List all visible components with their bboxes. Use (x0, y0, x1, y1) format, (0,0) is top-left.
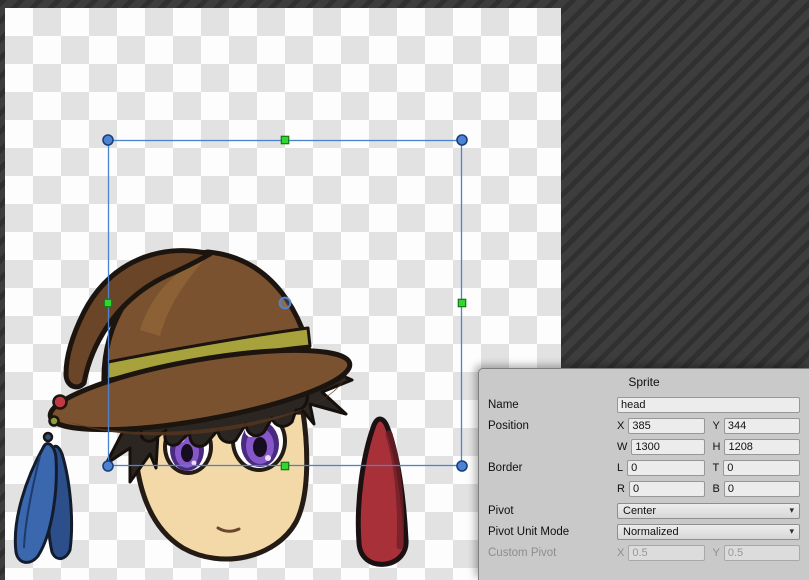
selection-edge-handle[interactable] (281, 136, 288, 143)
chevron-down-icon: ▾ (789, 506, 794, 515)
border-l-input[interactable] (627, 460, 704, 476)
chevron-down-icon: ▾ (789, 527, 794, 536)
position-x-input[interactable] (628, 418, 704, 434)
width-input[interactable] (631, 439, 704, 455)
height-letter: H (713, 441, 721, 453)
pivot-dropdown-value: Center (623, 505, 656, 517)
head-sprite-artwork (15, 251, 355, 563)
sprite-inspector-panel: Sprite Name Position X Y (478, 368, 809, 580)
width-letter: W (617, 441, 627, 453)
pivot-unit-mode-value: Normalized (623, 526, 679, 538)
custom-pivot-x-letter: X (617, 547, 624, 559)
border-l-letter: L (617, 462, 623, 474)
feather-ornament (15, 444, 71, 563)
pivot-indicator[interactable] (280, 298, 291, 309)
border-r-input[interactable] (629, 481, 705, 497)
border-label: Border (488, 462, 617, 474)
border-row: Border L T (488, 459, 800, 476)
pivot-unit-mode-label: Pivot Unit Mode (488, 526, 617, 538)
position-y-input[interactable] (724, 418, 800, 434)
position-row: Position X Y (488, 417, 800, 434)
selection-corner-handle[interactable] (103, 461, 113, 471)
selection-corner-handle[interactable] (103, 135, 113, 145)
position-y-letter: Y (713, 420, 720, 432)
pivot-unit-mode-row: Pivot Unit Mode Normalized ▾ (488, 523, 800, 540)
sleeve-sprite-artwork (358, 419, 406, 564)
pivot-dropdown[interactable]: Center ▾ (617, 503, 800, 519)
border-b-input[interactable] (724, 481, 800, 497)
border-r-letter: R (617, 483, 625, 495)
size-row: W H (488, 438, 800, 455)
border-t-input[interactable] (723, 460, 800, 476)
selection-edge-handle[interactable] (104, 299, 111, 306)
name-label: Name (488, 399, 617, 411)
pivot-unit-mode-dropdown[interactable]: Normalized ▾ (617, 524, 800, 540)
custom-pivot-row: Custom Pivot X Y (488, 544, 800, 561)
selection-corner-handle[interactable] (457, 135, 467, 145)
pivot-label: Pivot (488, 505, 617, 517)
panel-title: Sprite (479, 372, 809, 396)
name-input[interactable] (617, 397, 800, 413)
border-t-letter: T (713, 462, 720, 474)
selection-edge-handle[interactable] (458, 299, 465, 306)
border-row-2: R B (488, 480, 800, 497)
custom-pivot-y-input (724, 545, 800, 561)
custom-pivot-label: Custom Pivot (488, 547, 617, 559)
sprite-editor-window: Sprite Name Position X Y (0, 0, 809, 580)
height-input[interactable] (724, 439, 800, 455)
position-label: Position (488, 420, 617, 432)
border-b-letter: B (713, 483, 720, 495)
name-row: Name (488, 396, 800, 413)
selection-edge-handle[interactable] (281, 462, 288, 469)
position-x-letter: X (617, 420, 624, 432)
custom-pivot-y-letter: Y (713, 547, 720, 559)
custom-pivot-x-input (628, 545, 704, 561)
pivot-row: Pivot Center ▾ (488, 502, 800, 519)
selection-corner-handle[interactable] (457, 461, 467, 471)
